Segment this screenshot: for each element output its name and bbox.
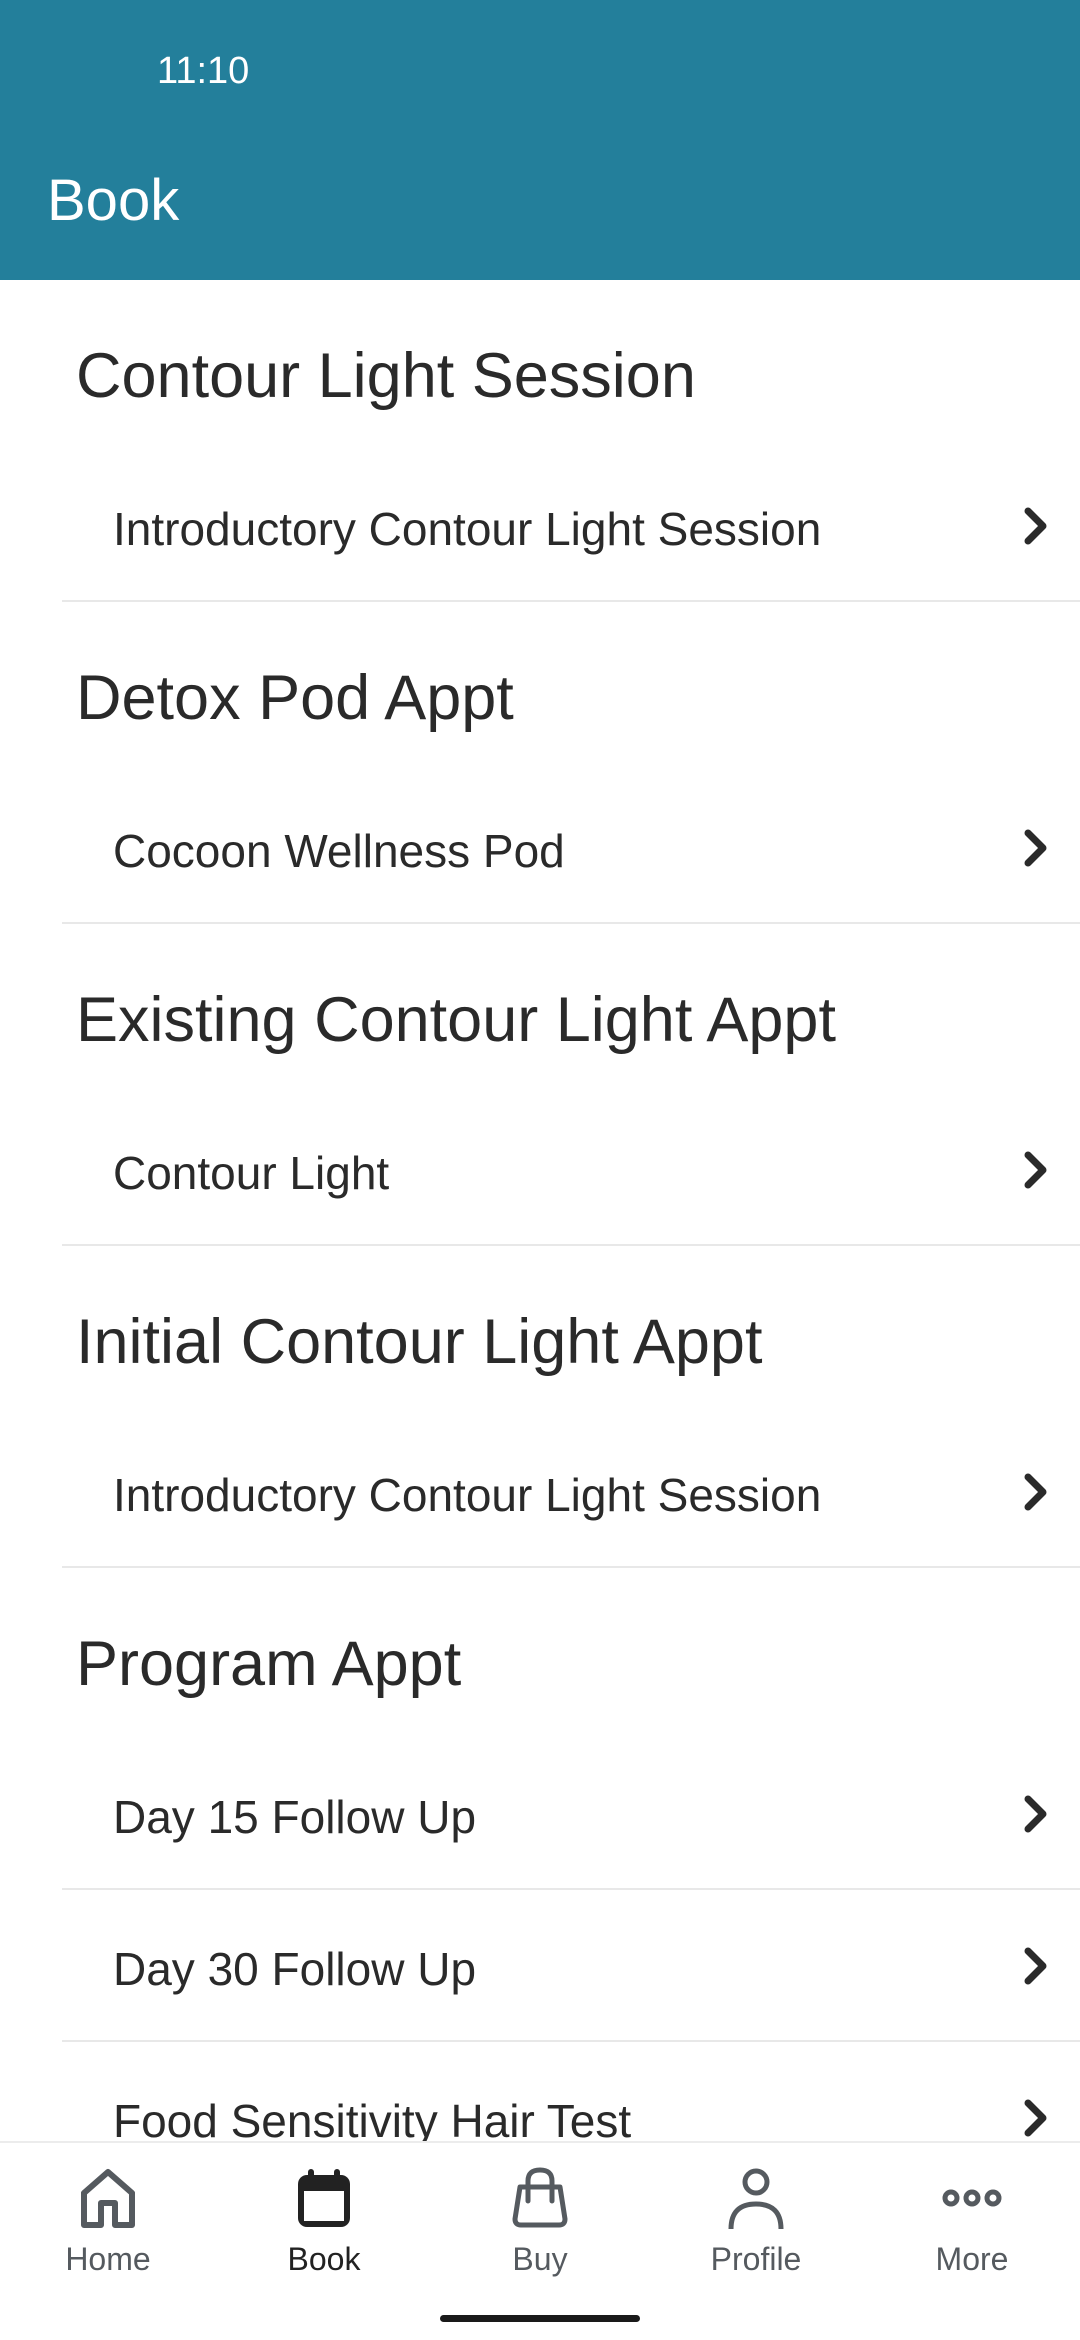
chevron-right-icon [1024, 507, 1047, 545]
list-item-label: Day 15 Follow Up [113, 1791, 477, 1843]
list-item[interactable]: Food Sensitivity Hair Test [0, 2042, 1080, 2142]
calendar-icon [298, 2169, 350, 2227]
section-heading: Program Appt [76, 1629, 462, 1699]
chevron-right-icon [1024, 1795, 1047, 1833]
nav-label: Profile [710, 2241, 802, 2277]
list-item[interactable]: Cocoon Wellness Pod [0, 772, 1080, 924]
app-header: 11:10 Book [0, 0, 1080, 280]
nav-item-home[interactable]: Home [0, 2143, 216, 2293]
chevron-right-icon [1024, 1947, 1047, 1985]
list-item[interactable]: Introductory Contour Light Session [0, 1416, 1080, 1568]
more-horizontal-icon [942, 2189, 1002, 2207]
section-heading: Existing Contour Light Appt [76, 985, 836, 1055]
nav-label: Home [65, 2241, 151, 2277]
list-item[interactable]: Contour Light [0, 1094, 1080, 1246]
list-item[interactable]: Day 15 Follow Up [0, 1738, 1080, 1890]
section-heading: Contour Light Session [76, 341, 696, 411]
nav-item-profile[interactable]: Profile [648, 2143, 864, 2293]
list-item-label: Day 30 Follow Up [113, 1943, 477, 1995]
page-title: Book [47, 168, 180, 233]
section-heading: Initial Contour Light Appt [76, 1307, 763, 1377]
list-item[interactable]: Day 30 Follow Up [0, 1890, 1080, 2042]
divider [62, 1244, 1080, 1246]
list-item[interactable]: Introductory Contour Light Session [0, 450, 1080, 602]
list-item-label: Food Sensitivity Hair Test [113, 2095, 632, 2142]
divider [62, 600, 1080, 602]
bottom-nav: Home Book Buy Profile More [0, 2141, 1080, 2340]
nav-item-more[interactable]: More [864, 2143, 1080, 2293]
section-heading: Detox Pod Appt [76, 663, 514, 733]
chevron-right-icon [1024, 829, 1047, 867]
nav-item-buy[interactable]: Buy [432, 2143, 648, 2293]
nav-item-book[interactable]: Book [216, 2143, 432, 2293]
home-icon [81, 2169, 135, 2228]
list-item-label: Introductory Contour Light Session [113, 1469, 822, 1521]
nav-label: Book [287, 2241, 361, 2277]
divider [62, 922, 1080, 924]
divider [62, 1566, 1080, 1568]
booking-list[interactable]: Contour Light Session Introductory Conto… [0, 280, 1080, 2142]
chevron-right-icon [1024, 1151, 1047, 1189]
status-bar-time: 11:10 [157, 50, 250, 92]
person-icon [728, 2168, 784, 2229]
list-item-label: Contour Light [113, 1147, 390, 1199]
chevron-right-icon [1024, 1473, 1047, 1511]
nav-label: More [935, 2241, 1009, 2277]
shopping-bag-icon [512, 2167, 568, 2228]
list-item-label: Cocoon Wellness Pod [113, 825, 565, 877]
home-indicator [440, 2315, 640, 2322]
chevron-right-icon [1024, 2099, 1047, 2137]
nav-label: Buy [512, 2241, 568, 2277]
list-item-label: Introductory Contour Light Session [113, 503, 822, 555]
